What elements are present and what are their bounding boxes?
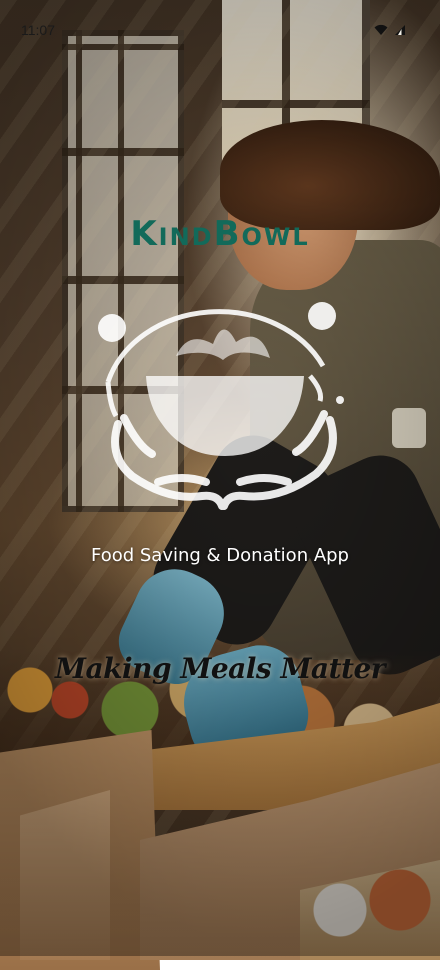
app-slogan: Making Meals Matter (54, 652, 386, 685)
app-tagline: Food Saving & Donation App (91, 545, 349, 566)
brand-title: KindBowl (130, 214, 310, 254)
status-bar: 11:07 (0, 0, 440, 60)
status-time: 11:07 (21, 22, 55, 38)
status-icons (374, 24, 406, 36)
signal-icon (395, 25, 405, 35)
wifi-icon (374, 24, 388, 35)
bowl-in-hands-logo (98, 302, 344, 510)
